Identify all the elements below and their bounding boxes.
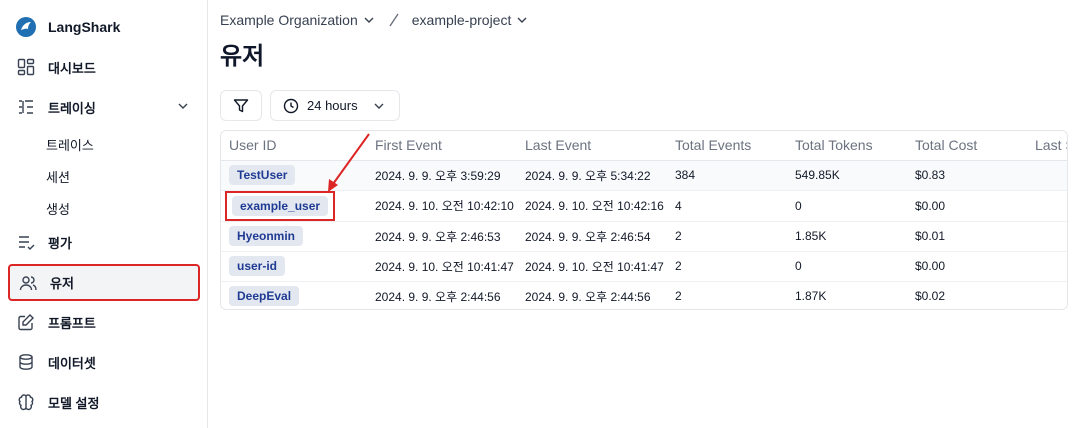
table-header-row: User ID First Event Last Event Total Eve… bbox=[221, 131, 1067, 161]
dashboard-icon bbox=[16, 57, 36, 77]
first-event-cell: 2024. 9. 10. 오전 10:41:47 bbox=[367, 251, 517, 282]
main-content: Example Organization example-project 유저 … bbox=[208, 0, 1080, 428]
time-range-select[interactable]: 24 hours bbox=[270, 90, 400, 121]
brand-name: LangShark bbox=[48, 19, 121, 35]
last-event-cell: 2024. 9. 9. 오후 2:46:54 bbox=[517, 221, 667, 252]
total-events-cell: 2 bbox=[667, 251, 787, 282]
chevron-down-icon[interactable] bbox=[176, 99, 190, 116]
total-tokens-cell: 549.85K bbox=[787, 160, 907, 191]
slash-separator-icon bbox=[389, 13, 399, 27]
sidebar-subitem-traces[interactable]: 트레이스 bbox=[46, 135, 94, 154]
table-row[interactable]: user-id 2024. 9. 10. 오전 10:41:47 2024. 9… bbox=[221, 251, 1067, 282]
total-tokens-cell: 1.85K bbox=[787, 221, 907, 252]
page-title: 유저 bbox=[220, 43, 265, 70]
sidebar-item-label: 트레이싱 bbox=[48, 100, 96, 116]
first-event-cell: 2024. 9. 9. 오후 2:46:53 bbox=[367, 221, 517, 252]
sidebar-item-label: 유저 bbox=[50, 276, 74, 291]
breadcrumb-org[interactable]: Example Organization bbox=[220, 12, 376, 28]
sidebar-item-label: 평가 bbox=[48, 235, 72, 251]
column-header-total-tokens[interactable]: Total Tokens bbox=[787, 131, 907, 161]
sidebar-item-label: 대시보드 bbox=[48, 60, 96, 76]
database-icon bbox=[16, 352, 36, 372]
last-event-cell: 2024. 9. 10. 오전 10:42:16 bbox=[517, 190, 667, 222]
sidebar-item-dashboard[interactable]: 대시보드 bbox=[8, 50, 200, 84]
total-tokens-cell: 1.87K bbox=[795, 289, 827, 304]
table-row[interactable]: Hyeonmin 2024. 9. 9. 오후 2:46:53 2024. 9.… bbox=[221, 221, 1067, 252]
filter-button[interactable] bbox=[220, 90, 262, 121]
total-events-cell: 2 bbox=[667, 221, 787, 252]
evaluation-icon bbox=[16, 232, 36, 252]
breadcrumb: Example Organization example-project bbox=[220, 10, 529, 30]
chevron-down-icon bbox=[374, 103, 384, 109]
time-range-value: 24 hours bbox=[307, 98, 358, 113]
total-events-cell: 4 bbox=[667, 190, 787, 222]
sidebar-item-prompts[interactable]: 프롬프트 bbox=[8, 305, 200, 339]
user-id-badge[interactable]: example_user bbox=[232, 195, 329, 216]
column-header-total-events[interactable]: Total Events bbox=[667, 131, 787, 161]
tracing-icon bbox=[16, 97, 36, 117]
brand[interactable]: LangShark bbox=[16, 16, 120, 38]
column-header-total-cost[interactable]: Total Cost bbox=[907, 131, 1027, 161]
shark-logo-icon bbox=[16, 17, 36, 37]
first-event-cell: 2024. 9. 9. 오후 3:59:29 bbox=[367, 160, 517, 191]
column-header-first-event[interactable]: First Event bbox=[367, 131, 517, 161]
column-header-user-id[interactable]: User ID bbox=[221, 131, 367, 161]
last-session-cell bbox=[1027, 160, 1067, 191]
last-session-cell bbox=[1027, 221, 1067, 252]
users-table: User ID First Event Last Event Total Eve… bbox=[220, 130, 1068, 310]
total-tokens-cell: 0 bbox=[787, 190, 907, 222]
first-event-cell: 2024. 9. 10. 오전 10:42:10 bbox=[367, 190, 517, 222]
highlight-box: example_user bbox=[225, 190, 336, 221]
total-cost-cell: $0.01 bbox=[907, 221, 1027, 252]
total-cost-cell: $0.00 bbox=[907, 190, 1027, 222]
user-id-badge[interactable]: user-id bbox=[229, 256, 286, 276]
sidebar-item-users[interactable]: 유저 bbox=[8, 264, 200, 301]
sidebar: LangShark 대시보드 트레이싱 트레이스 세션 생성 평가 유저 프롬프… bbox=[0, 0, 208, 428]
chevron-down-icon bbox=[364, 17, 374, 23]
last-event-cell: 2024. 9. 9. 오후 5:34:22 bbox=[517, 160, 667, 191]
sidebar-subitem-generations[interactable]: 생성 bbox=[46, 199, 70, 218]
total-tokens-cell: 0 bbox=[787, 251, 907, 282]
last-session-cell bbox=[1027, 251, 1067, 282]
chevron-down-icon bbox=[517, 17, 527, 23]
table-row[interactable]: TestUser 2024. 9. 9. 오후 3:59:29 2024. 9.… bbox=[221, 160, 1067, 191]
brain-icon bbox=[16, 392, 36, 412]
sidebar-item-label: 데이터셋 bbox=[48, 355, 96, 371]
total-events-cell: 2 bbox=[675, 289, 682, 304]
total-events-cell: 384 bbox=[667, 160, 787, 191]
column-header-last-session[interactable]: Last S bbox=[1027, 131, 1067, 161]
last-event-cell: 2024. 9. 10. 오전 10:41:47 bbox=[517, 251, 667, 282]
table-row[interactable]: example_user 2024. 9. 10. 오전 10:42:10 20… bbox=[221, 190, 1067, 222]
users-icon bbox=[18, 273, 38, 293]
breadcrumb-org-label: Example Organization bbox=[220, 12, 358, 28]
user-id-badge[interactable]: DeepEval bbox=[229, 286, 300, 307]
first-event-cell: 2024. 9. 9. 오후 2:44:56 bbox=[375, 289, 501, 304]
user-id-badge[interactable]: Hyeonmin bbox=[229, 226, 304, 246]
sidebar-item-datasets[interactable]: 데이터셋 bbox=[8, 345, 200, 379]
total-cost-cell: $0.83 bbox=[907, 160, 1027, 191]
column-header-last-event[interactable]: Last Event bbox=[517, 131, 667, 161]
user-id-badge[interactable]: TestUser bbox=[229, 165, 296, 185]
sidebar-item-label: 모델 설정 bbox=[48, 395, 100, 411]
sidebar-item-model-settings[interactable]: 모델 설정 bbox=[8, 385, 200, 419]
sidebar-item-label: 프롬프트 bbox=[48, 315, 96, 331]
sidebar-subitem-sessions[interactable]: 세션 bbox=[46, 167, 70, 186]
last-event-cell: 2024. 9. 9. 오후 2:44:56 bbox=[525, 289, 651, 304]
total-cost-cell: $0.00 bbox=[907, 251, 1027, 282]
total-cost-cell: $0.02 bbox=[915, 289, 946, 304]
last-session-cell bbox=[1027, 190, 1067, 222]
breadcrumb-project[interactable]: example-project bbox=[412, 12, 530, 28]
table-row[interactable]: DeepEval 2024. 9. 9. 오후 2:44:56 2024. 9.… bbox=[221, 281, 1067, 309]
filter-icon bbox=[233, 98, 249, 112]
last-session-cell bbox=[1027, 281, 1067, 309]
sidebar-item-evaluation[interactable]: 평가 bbox=[8, 225, 200, 259]
breadcrumb-project-label: example-project bbox=[411, 12, 512, 28]
clock-icon bbox=[283, 98, 299, 113]
sidebar-item-tracing[interactable]: 트레이싱 bbox=[8, 90, 200, 124]
prompt-icon bbox=[16, 312, 36, 332]
